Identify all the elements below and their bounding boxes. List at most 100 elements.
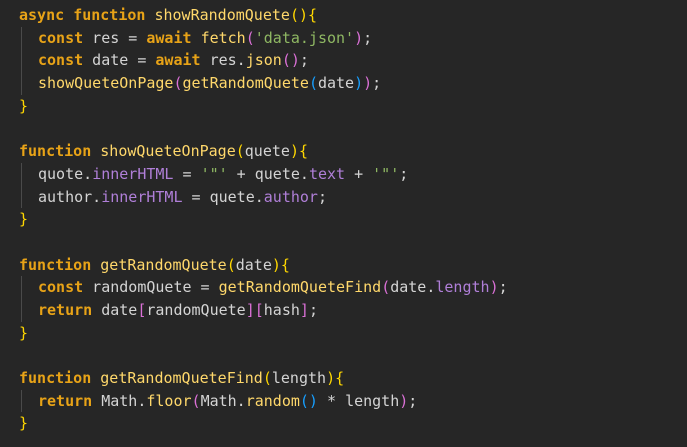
code-token: Math. [92, 391, 147, 410]
code-token: function [19, 142, 92, 161]
code-token: + [227, 164, 255, 183]
code-token: ( [308, 74, 318, 93]
code-token: randomQuete [146, 300, 246, 319]
code-token: ){ [271, 255, 290, 274]
code-token: ) [489, 278, 499, 297]
code-token: ( [226, 255, 236, 274]
code-token: Math. [200, 391, 246, 410]
code-token: ; [408, 391, 418, 410]
code-line[interactable]: ​ [19, 117, 679, 140]
code-token: (){ [289, 6, 318, 24]
code-token: author [263, 187, 318, 206]
code-token: random [245, 391, 300, 410]
code-token: = [173, 164, 201, 183]
code-token: innerHTML [101, 187, 183, 206]
code-line[interactable]: const res = await fetch('data.json'); [19, 26, 679, 50]
code-token: getRandomQuete [182, 74, 309, 93]
code-token: await [146, 28, 192, 47]
code-token: () [281, 51, 300, 70]
code-block[interactable]: async function showRandomQuete(){const r… [19, 4, 679, 435]
code-line[interactable]: function getRandomQuete(date){ [19, 254, 679, 277]
code-token: '"' [200, 164, 228, 183]
code-token: const [38, 28, 84, 47]
code-token: date [317, 74, 355, 93]
code-token: quote. [38, 164, 93, 183]
code-token: function [73, 6, 146, 24]
indent-guide [21, 49, 22, 73]
code-line[interactable]: function getRandomQueteFind(length){ [19, 367, 679, 390]
code-token: ] [299, 300, 309, 319]
code-line[interactable]: } [19, 412, 679, 435]
code-line[interactable]: quote.innerHTML = '"' + quete.text + '"'… [19, 162, 679, 186]
code-token: res. [200, 51, 246, 70]
code-token: date [92, 300, 138, 319]
code-token: ( [245, 28, 255, 47]
code-token: date [235, 255, 272, 274]
code-token: ){ [289, 142, 308, 161]
code-token: quete. [209, 187, 264, 206]
code-token: ) [363, 74, 373, 93]
indent-guide [21, 72, 22, 95]
code-token: getRandomQueteFind [218, 278, 382, 297]
code-token: showRandomQuete [154, 6, 290, 24]
code-token: * [317, 391, 346, 410]
code-token: showQueteOnPage [38, 74, 174, 93]
code-token: } [19, 323, 29, 342]
code-line[interactable]: } [19, 95, 679, 118]
indent-guide [21, 276, 22, 299]
code-token: ( [173, 74, 183, 93]
code-token: ) [354, 74, 364, 93]
code-token: () [299, 391, 318, 410]
code-token: ( [235, 142, 245, 161]
code-line[interactable]: return Math.floor(Math.random() * length… [19, 389, 679, 413]
code-line[interactable]: showQueteOnPage(getRandomQuete(date)); [19, 72, 679, 95]
code-line[interactable]: const randomQuete = getRandomQueteFind(d… [19, 276, 679, 299]
code-token: getRandomQueteFind [100, 369, 263, 387]
code-line[interactable]: author.innerHTML = quete.author; [19, 185, 679, 209]
code-editor[interactable]: async function showRandomQuete(){const r… [0, 0, 687, 447]
code-token: length [345, 391, 400, 410]
code-token: ; [498, 278, 508, 297]
code-token: ][ [245, 300, 264, 319]
code-token: ( [262, 369, 272, 387]
indent-guide [21, 389, 22, 413]
code-token: = [182, 187, 210, 206]
code-token: showQueteOnPage [100, 142, 236, 161]
code-token: '"' [372, 164, 400, 183]
indent-guide [21, 185, 22, 209]
code-line[interactable]: ​ [19, 231, 679, 254]
code-token: innerHTML [92, 164, 174, 183]
code-token: ){ [326, 369, 345, 387]
code-line[interactable]: function showQueteOnPage(quete){ [19, 140, 679, 163]
code-line[interactable]: ​ [19, 344, 679, 367]
code-token: 'data.json' [254, 28, 355, 47]
code-token: const [38, 278, 84, 297]
code-line[interactable]: return date[randomQuete][hash]; [19, 298, 679, 322]
code-token: await [155, 51, 201, 70]
code-token: res = [83, 28, 147, 47]
code-line[interactable]: const date = await res.json(); [19, 49, 679, 73]
code-token: const [38, 51, 84, 70]
code-line[interactable]: } [19, 208, 679, 231]
code-token: author. [38, 187, 102, 206]
code-token: async [19, 6, 65, 24]
code-token: function [19, 369, 92, 387]
code-line[interactable]: } [19, 322, 679, 345]
code-token: } [19, 210, 29, 229]
code-token: ( [191, 391, 201, 410]
indent-guide [21, 26, 22, 50]
code-line[interactable]: async function showRandomQuete(){ [19, 4, 679, 27]
code-token: quete [244, 142, 290, 161]
code-token: } [19, 96, 29, 115]
code-token: date. [390, 278, 436, 297]
code-token: ( [381, 278, 391, 297]
code-token: quete. [254, 164, 309, 183]
code-token: length [271, 369, 327, 387]
code-token: } [19, 414, 29, 433]
code-token: ; [317, 187, 327, 206]
code-token: date = [83, 51, 156, 70]
